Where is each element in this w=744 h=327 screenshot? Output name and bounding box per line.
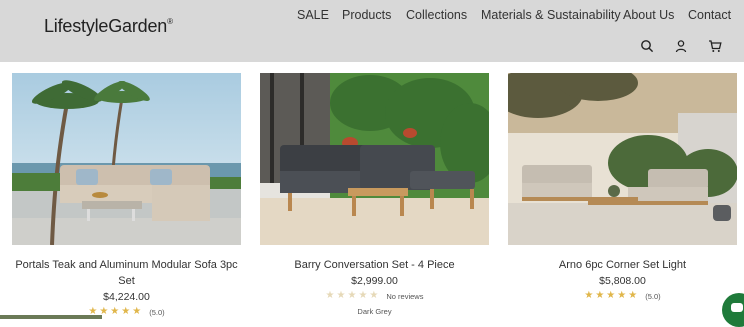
rating-text: (5.0)	[149, 308, 164, 317]
rating-text: No reviews	[386, 292, 423, 301]
cart-icon[interactable]	[708, 39, 722, 53]
star-icon: ★	[617, 291, 626, 301]
product-price: $5,808.00	[508, 275, 737, 287]
product-image[interactable]	[12, 73, 241, 245]
product-title-line: Portals Teak and Aluminum Modular Sofa 3…	[12, 257, 241, 273]
star-icon: ★	[121, 307, 130, 317]
star-icon: ★	[606, 291, 615, 301]
star-icon: ★	[595, 291, 604, 301]
product-rating: ★ ★ ★ ★ ★ No reviews	[260, 291, 489, 301]
star-icon: ★	[337, 291, 346, 301]
star-icon: ★	[132, 307, 141, 317]
brand-logo[interactable]: LifestyleGarden®	[44, 16, 173, 37]
product-card[interactable]: Barry Conversation Set - 4 Piece $2,999.…	[260, 73, 489, 316]
brand-name: LifestyleGarden	[44, 16, 167, 36]
product-title-line: Arno 6pc Corner Set Light	[508, 257, 737, 273]
conversation-set-photo	[260, 73, 489, 245]
bottom-banner[interactable]	[0, 315, 102, 319]
product-title[interactable]: Barry Conversation Set - 4 Piece	[260, 257, 489, 273]
nav-sale[interactable]: SALE	[297, 8, 329, 22]
product-title-line: Set	[12, 273, 241, 289]
rating-text: (5.0)	[645, 292, 660, 301]
nav-collections[interactable]: Collections	[406, 8, 467, 22]
product-card[interactable]: Arno 6pc Corner Set Light $5,808.00 ★ ★ …	[508, 73, 737, 301]
nav-contact[interactable]: Contact	[688, 8, 731, 22]
product-card[interactable]: Portals Teak and Aluminum Modular Sofa 3…	[12, 73, 241, 317]
account-icon[interactable]	[674, 39, 688, 53]
product-title[interactable]: Arno 6pc Corner Set Light	[508, 257, 737, 273]
nav-about-us[interactable]: About Us	[623, 8, 674, 22]
product-image[interactable]	[260, 73, 489, 245]
product-title-line: Barry Conversation Set - 4 Piece	[260, 257, 489, 273]
corner-set-photo	[508, 73, 737, 245]
chat-bubble-icon	[731, 303, 743, 312]
sofa-photo	[12, 73, 241, 245]
star-icon: ★	[347, 291, 356, 301]
star-icon: ★	[326, 291, 335, 301]
star-icon: ★	[358, 291, 367, 301]
star-icon: ★	[110, 307, 119, 317]
site-header: LifestyleGarden® SALE Products Collectio…	[0, 0, 744, 62]
nav-materials-sustainability[interactable]: Materials & Sustainability	[481, 8, 621, 22]
header-icons	[640, 39, 722, 53]
product-rating: ★ ★ ★ ★ ★ (5.0)	[508, 291, 737, 301]
product-title[interactable]: Portals Teak and Aluminum Modular Sofa 3…	[12, 257, 241, 289]
brand-mark: ®	[167, 17, 173, 26]
star-icon: ★	[584, 291, 593, 301]
chat-button[interactable]	[722, 293, 744, 327]
variant-label[interactable]: Dark Grey	[260, 307, 489, 316]
star-icon: ★	[369, 291, 378, 301]
star-icon: ★	[628, 291, 637, 301]
product-price: $4,224.00	[12, 291, 241, 303]
search-icon[interactable]	[640, 39, 654, 53]
product-price: $2,999.00	[260, 275, 489, 287]
nav-products[interactable]: Products	[342, 8, 391, 22]
product-image[interactable]	[508, 73, 737, 245]
